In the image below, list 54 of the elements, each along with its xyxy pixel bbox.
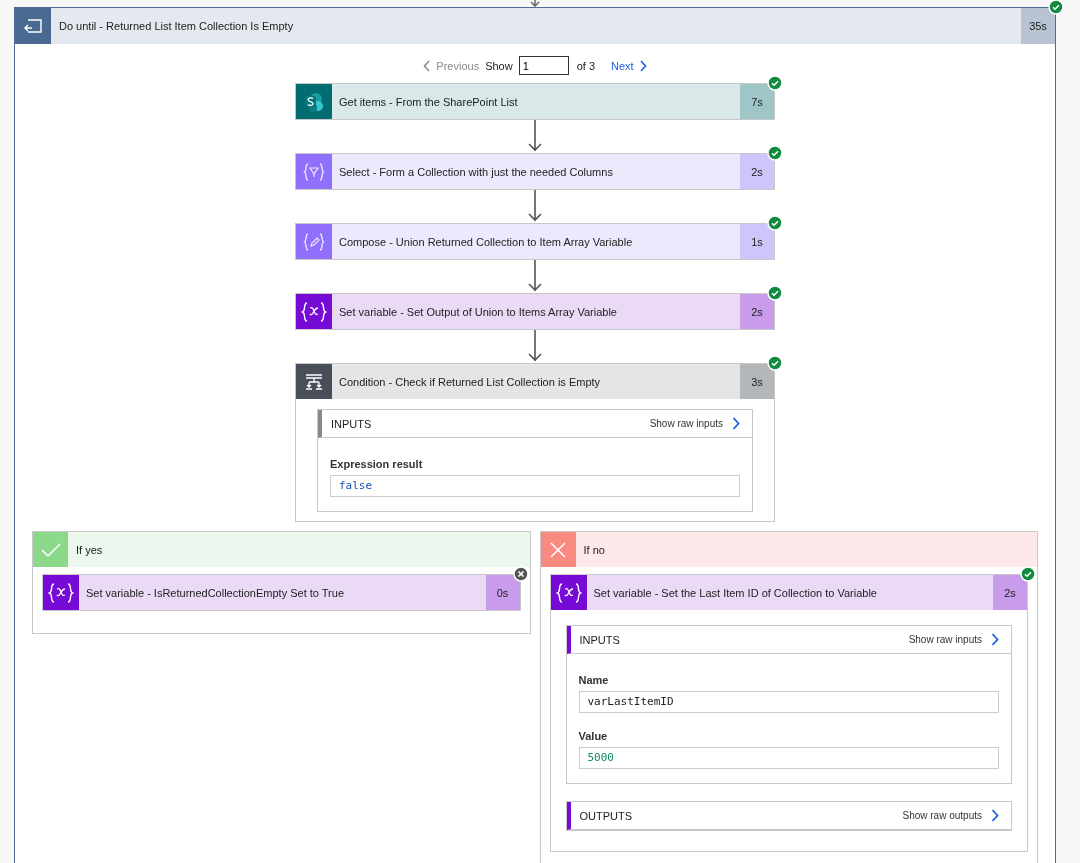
duration-label: 0s xyxy=(485,575,520,610)
page-number-field[interactable]: 1 xyxy=(518,56,569,75)
value-field: false xyxy=(330,475,740,497)
arrow-connector xyxy=(527,260,543,293)
section-heading: OUTPUTS xyxy=(579,809,633,822)
field-label: Name xyxy=(578,674,610,686)
duration-label: 35s xyxy=(1021,8,1055,44)
action-header[interactable]: Get items - From the SharePoint List 7s xyxy=(296,84,774,119)
action-header[interactable]: Set variable - IsReturnedCollectionEmpty Set to True 0s xyxy=(43,575,520,610)
duration-label: 2s xyxy=(993,575,1027,610)
action-header[interactable]: Compose - Union Returned Collection to Item Array Variable 1s xyxy=(296,224,774,259)
chevron-right-icon xyxy=(732,417,740,430)
action-title: Compose - Union Returned Collection to Item Array Variable xyxy=(338,235,634,248)
arrow-connector xyxy=(527,190,543,223)
value-field: 5000 xyxy=(578,747,999,769)
loop-header[interactable]: Do until - Returned List Item Collection Is Empty 35s xyxy=(15,8,1055,44)
branch-title: If yes xyxy=(75,543,103,556)
duration-label: 3s xyxy=(740,364,774,399)
duration-label: 7s xyxy=(740,84,774,119)
next-link[interactable]: Next xyxy=(611,59,647,72)
chevron-right-icon xyxy=(991,633,999,646)
arrow-connector xyxy=(527,330,543,363)
action-header[interactable]: Select - Form a Collection with just the needed Columns 2s xyxy=(296,154,774,189)
loop-title: Do until - Returned List Item Collection Is Empty xyxy=(58,20,295,32)
action-title: Condition - Check if Returned List Collection is Empty xyxy=(338,375,602,388)
value-field: varLastItemID xyxy=(578,691,999,713)
action-header[interactable]: Set variable - Set Output of Union to Items Array Variable 2s xyxy=(296,294,774,329)
action-header[interactable]: Condition - Check if Returned List Collection is Empty 3s xyxy=(296,364,774,399)
show-label: Show xyxy=(485,59,513,72)
chevron-right-icon xyxy=(991,809,999,822)
show-raw-link[interactable]: Show raw inputs xyxy=(908,633,999,646)
branch-title: If no xyxy=(582,543,605,556)
show-raw-link[interactable]: Show raw inputs xyxy=(649,417,740,430)
duration-label: 1s xyxy=(740,224,774,259)
duration-label: 2s xyxy=(740,294,774,329)
field-label: Value xyxy=(578,730,609,742)
chevron-right-icon xyxy=(638,59,647,72)
duration-label: 2s xyxy=(740,154,774,189)
action-title: Select - Form a Collection with just the needed Columns xyxy=(338,165,614,178)
branch-header[interactable]: If no xyxy=(540,532,1037,567)
action-title: Set variable - Set the Last Item ID of Collection to Variable xyxy=(592,586,878,599)
arrow-connector xyxy=(528,0,542,7)
arrow-connector xyxy=(527,120,543,153)
chevron-left-icon xyxy=(423,59,432,72)
branch-header[interactable]: If yes xyxy=(33,532,530,567)
section-heading: INPUTS xyxy=(331,417,372,430)
action-header[interactable]: Set variable - Set the Last Item ID of Collection to Variable 2s xyxy=(550,575,1027,610)
action-title: Set variable - Set Output of Union to Items Array Variable xyxy=(338,305,618,318)
action-title: Get items - From the SharePoint List xyxy=(338,95,519,108)
page-total-label: of 3 xyxy=(576,59,596,72)
action-title: Set variable - IsReturnedCollectionEmpty Set to True xyxy=(85,586,345,599)
field-label: Expression result xyxy=(330,458,424,470)
section-heading: INPUTS xyxy=(579,633,620,646)
show-raw-link[interactable]: Show raw outputs xyxy=(902,809,999,822)
